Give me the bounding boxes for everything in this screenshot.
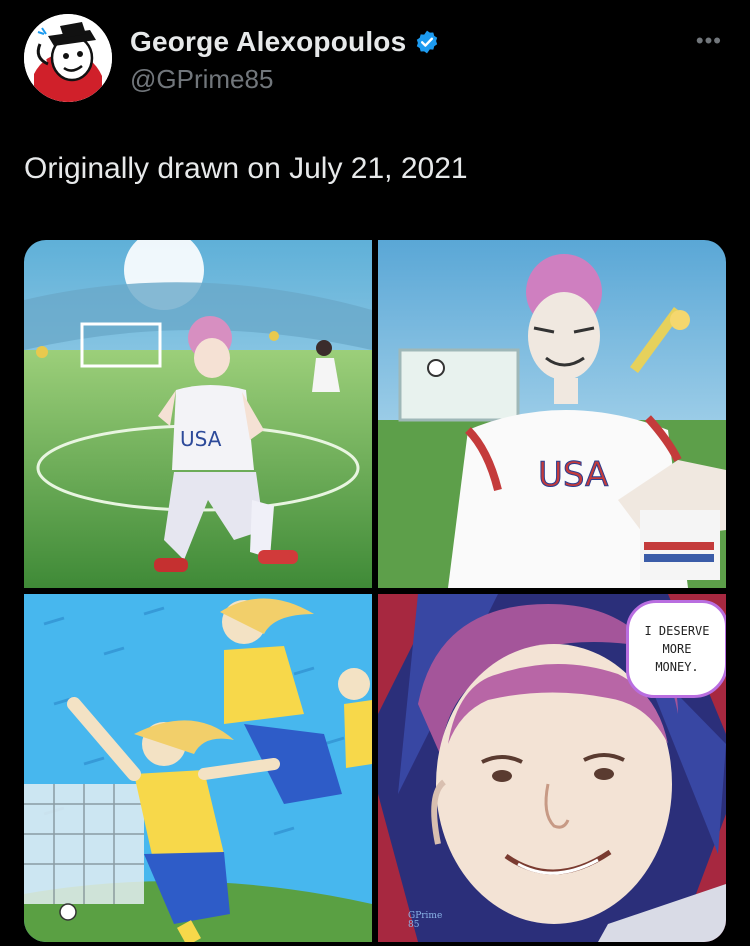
author-handle[interactable]: @GPrime85 (130, 64, 273, 95)
speech-line-1: I DESERVE (644, 624, 710, 638)
comic-panel-4[interactable]: I DESERVE MORE MONEY. GPrime 85 (378, 594, 726, 942)
comic-panel-2[interactable]: USA (378, 240, 726, 588)
verified-badge-icon (414, 29, 440, 55)
speech-bubble: I DESERVE MORE MONEY. (626, 600, 726, 698)
artist-signature: GPrime 85 (408, 912, 442, 930)
avatar-cartoon-image (24, 14, 112, 102)
ellipsis-icon[interactable]: ••• (696, 28, 722, 54)
tweet-header: George Alexopoulos @GPrime85 ••• (24, 14, 726, 104)
tweet-text: Originally drawn on July 21, 2021 (24, 152, 468, 185)
speech-line-3: MONEY. (655, 660, 699, 674)
comic-panel-1[interactable]: USA (24, 240, 372, 588)
svg-text:USA: USA (538, 455, 608, 495)
speech-line-2: MORE (662, 642, 692, 656)
avatar[interactable] (24, 14, 112, 102)
comic-panel-3[interactable] (24, 594, 372, 942)
svg-text:USA: USA (180, 427, 222, 451)
author-name-row: George Alexopoulos (130, 26, 440, 58)
media-grid[interactable]: USA USA I DESERVE MORE MONEY. GPrime 85 (24, 240, 726, 942)
author-display-name[interactable]: George Alexopoulos (130, 26, 406, 58)
signature-line-2: 85 (408, 920, 420, 930)
